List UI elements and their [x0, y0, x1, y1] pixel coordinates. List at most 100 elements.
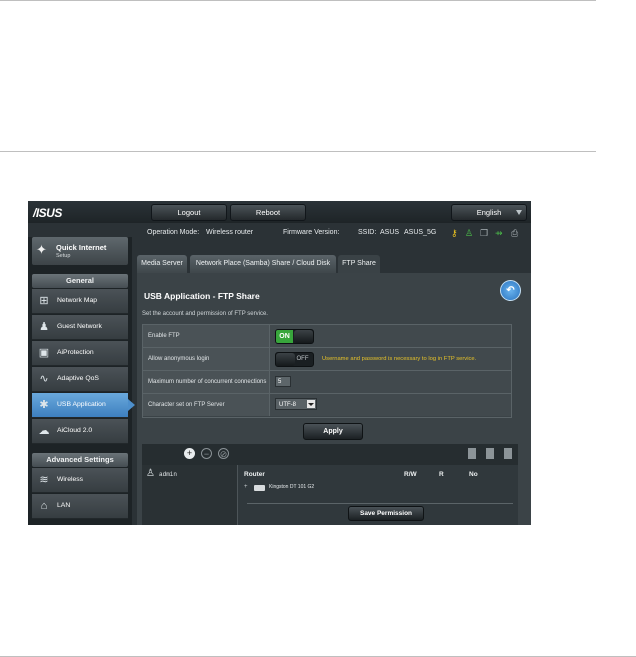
advanced-settings-header: Advanced Settings [32, 453, 128, 467]
column-rw: R/W [404, 471, 417, 478]
charset-label: Character set on FTP Server [148, 402, 225, 408]
puzzle-icon: ✱ [39, 399, 49, 411]
expand-toggle[interactable]: + [244, 484, 248, 490]
wifi-icon: ≋ [39, 474, 49, 486]
op-mode-label: Operation Mode: [147, 229, 200, 236]
max-connections-input[interactable]: 5 [275, 376, 291, 387]
column-r: R [439, 471, 444, 478]
remove-account-icon[interactable]: − [201, 448, 212, 459]
user-icon: ♙ [146, 468, 155, 479]
anonymous-login-hint: Username and password is necessary to lo… [322, 356, 477, 362]
user-icon[interactable]: ♙ [465, 228, 473, 238]
router-admin-screenshot: /ISUS Logout Reboot English Operation Mo… [28, 201, 531, 525]
sidebar-item-label: Adaptive QoS [57, 375, 99, 382]
add-account-icon[interactable]: + [184, 448, 195, 459]
column-router: Router [244, 471, 265, 478]
apply-button[interactable]: Apply [303, 423, 363, 440]
network-map-icon: ⊞ [39, 295, 49, 307]
sidebar-item-aicloud[interactable]: ☁ AiCloud 2.0 [32, 419, 128, 444]
top-header: /ISUS Logout Reboot English [28, 201, 531, 223]
enable-ftp-toggle[interactable]: ON [275, 329, 314, 344]
permission-panel: + − ⊘ ♙ admin Router R/W R No + Kingston… [142, 444, 518, 525]
sidebar-item-label: Guest Network [57, 323, 102, 330]
ssid-link-2[interactable]: ASUS_5G [404, 229, 436, 236]
quick-internet-setup-button[interactable]: ✦ Quick Internet Setup [32, 237, 128, 265]
anonymous-login-row: Allow anonymous login OFF Username and p… [143, 348, 511, 371]
copy-icon[interactable]: ❐ [480, 228, 488, 238]
page-description: Set the account and permission of FTP se… [142, 311, 268, 317]
language-value: English [476, 208, 502, 217]
sidebar-item-adaptive-qos[interactable]: ∿ Adaptive QoS [32, 367, 128, 392]
ftp-settings-table: Enable FTP ON Allow anonymous login OFF … [142, 324, 512, 418]
anonymous-login-label: Allow anonymous login [148, 356, 210, 362]
reboot-button[interactable]: Reboot [230, 204, 306, 221]
usb-drive-icon [254, 485, 265, 491]
back-icon[interactable]: ↶ [500, 280, 521, 301]
enable-ftp-label: Enable FTP [148, 333, 180, 339]
language-select[interactable]: English [451, 204, 527, 221]
sidebar-item-usb-application[interactable]: ✱ USB Application [32, 393, 128, 418]
page-title: USB Application - FTP Share [144, 291, 260, 301]
guest-network-icon: ♟ [39, 321, 49, 333]
sidebar-item-network-map[interactable]: ⊞ Network Map [32, 289, 128, 314]
qis-title: Quick Internet [56, 243, 107, 252]
lock-icon: ▣ [38, 347, 50, 359]
ssid-link-1[interactable]: ASUS [380, 229, 399, 236]
chevron-down-icon [516, 210, 522, 215]
key-icon[interactable]: ⚷ [451, 228, 458, 238]
charset-value: UTF-8 [279, 402, 296, 408]
printer-icon[interactable]: ⎙ [511, 228, 518, 238]
toggle-knob [294, 330, 313, 343]
charset-row: Character set on FTP Server UTF-8 [143, 394, 511, 416]
sidebar-item-label: AiCloud 2.0 [57, 427, 93, 434]
sidebar-item-label: AiProtection [57, 349, 94, 356]
general-section-header: General [32, 274, 128, 288]
new-folder-icon[interactable] [468, 448, 476, 459]
usb-icon[interactable]: ⇸ [495, 228, 503, 238]
main-panel: USB Application - FTP Share ↶ Set the ac… [137, 273, 531, 525]
usb-drive-label[interactable]: Kingston DT 101 G2 [269, 484, 314, 490]
anonymous-login-toggle[interactable]: OFF [275, 352, 314, 367]
rename-folder-icon[interactable] [504, 448, 512, 459]
sidebar-item-label: USB Application [57, 401, 106, 408]
divider [247, 503, 513, 504]
firmware-label: Firmware Version: [283, 229, 340, 236]
account-list: ♙ admin [142, 465, 238, 525]
tab-samba-share[interactable]: Network Place (Samba) Share / Cloud Disk [190, 255, 336, 273]
sidebar-item-label: LAN [57, 502, 71, 509]
logout-button[interactable]: Logout [151, 204, 227, 221]
qis-subtitle: Setup [56, 253, 71, 259]
qos-icon: ∿ [39, 373, 49, 385]
save-permission-button[interactable]: Save Permission [348, 506, 424, 521]
wand-icon: ✦ [36, 242, 47, 257]
asus-logo: /ISUS [33, 206, 62, 220]
sidebar-item-lan[interactable]: ⌂ LAN [32, 494, 128, 519]
sidebar-item-label: Wireless [57, 476, 84, 483]
charset-select[interactable]: UTF-8 [275, 398, 317, 410]
sidebar-item-guest-network[interactable]: ♟ Guest Network [32, 315, 128, 340]
max-connections-label: Maximum number of concurrent connections [148, 379, 267, 385]
delete-folder-icon[interactable] [486, 448, 494, 459]
toggle-knob [276, 353, 295, 366]
ssid-label: SSID: [358, 229, 377, 236]
max-connections-row: Maximum number of concurrent connections… [143, 371, 511, 394]
sidebar-item-aiprotection[interactable]: ▣ AiProtection [32, 341, 128, 366]
sidebar-item-label: Network Map [57, 297, 98, 304]
sidebar-item-wireless[interactable]: ≋ Wireless [32, 468, 128, 493]
cloud-icon: ☁ [38, 425, 50, 437]
sidebar: ✦ Quick Internet Setup General ⊞ Network… [28, 237, 135, 525]
account-admin[interactable]: admin [159, 471, 177, 478]
top-rule [0, 0, 596, 1]
toggle-off-text: OFF [296, 356, 309, 362]
tab-ftp-share[interactable]: FTP Share [338, 255, 380, 273]
home-icon: ⌂ [40, 500, 48, 512]
middle-rule [0, 151, 596, 152]
chevron-down-icon [307, 400, 315, 408]
permission-toolbar: + − ⊘ [142, 444, 518, 465]
column-no: No [469, 471, 478, 478]
op-mode-link[interactable]: Wireless router [206, 229, 253, 236]
active-item-arrow [128, 399, 135, 411]
tab-media-server[interactable]: Media Server [137, 255, 187, 273]
enable-ftp-row: Enable FTP ON [143, 325, 511, 348]
edit-account-icon[interactable]: ⊘ [218, 448, 229, 459]
